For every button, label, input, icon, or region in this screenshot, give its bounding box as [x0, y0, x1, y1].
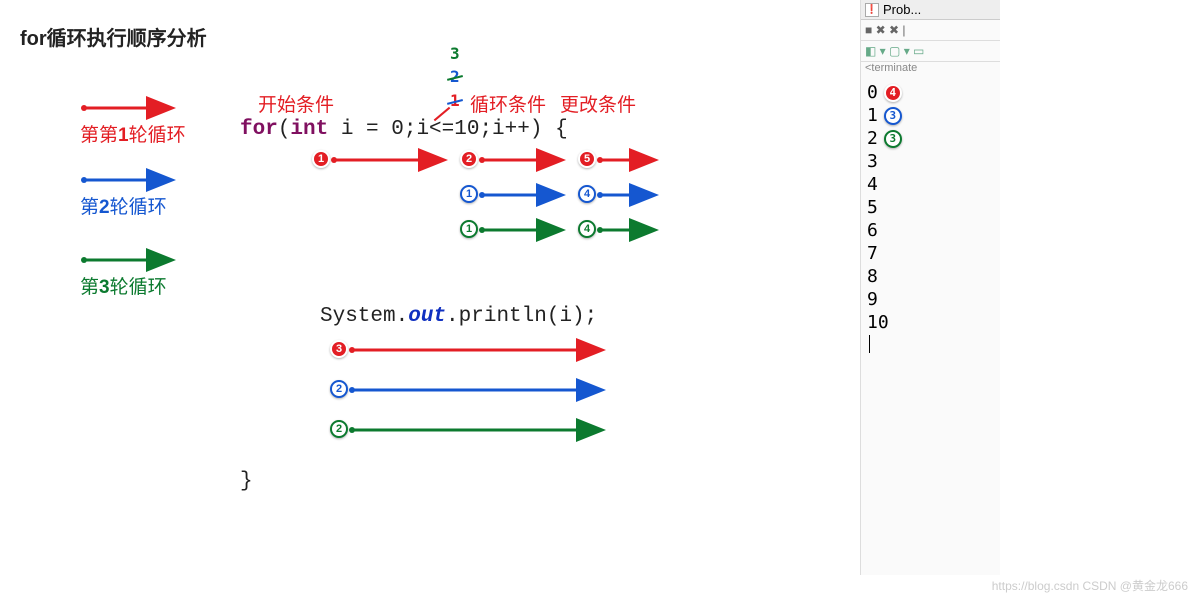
arrow-pl-2: [350, 380, 610, 400]
console-line: 9: [867, 289, 994, 310]
iteration-mark-1: 1: [450, 91, 460, 110]
console-toolbar-2[interactable]: ◧ ▾ ▢ ▾ ▭: [861, 41, 1000, 62]
console-line: 4: [867, 174, 994, 195]
problems-tab[interactable]: ❗ Prob...: [861, 0, 1000, 20]
legend-label-2: 第2轮循环: [80, 192, 167, 219]
iteration-mark-3: 3: [450, 44, 460, 63]
arrow-r2-1: [480, 185, 570, 205]
cursor: [869, 335, 870, 353]
arrow-r3-2: [598, 220, 663, 240]
legend-arrow-1: [80, 98, 180, 118]
console-line: 23: [867, 128, 994, 149]
watermark: https://blog.csdn CSDN @黄金龙666: [992, 577, 1188, 594]
console-panel: ❗ Prob... ■ ✖ ✖ | ◧ ▾ ▢ ▾ ▭ <terminate 0…: [860, 0, 1000, 575]
badge-r1-1: 1: [312, 150, 330, 168]
badge-pl-3: 3: [330, 340, 348, 358]
badge-r1-2: 2: [460, 150, 478, 168]
iteration-mark-2: 2: [450, 67, 460, 86]
console-line: 04: [867, 82, 994, 103]
badge-r3-4: 4: [578, 220, 596, 238]
badge-r2-4: 4: [578, 185, 596, 203]
console-line: 5: [867, 197, 994, 218]
console-line: 10: [867, 312, 994, 333]
legend-arrow-2: [80, 170, 180, 190]
console-badge: 4: [884, 84, 902, 102]
console-line: 8: [867, 266, 994, 287]
badge-pl-2g: 2: [330, 420, 348, 438]
console-line: 3: [867, 151, 994, 172]
legend-label-1: 第第1轮循环第1轮循环: [80, 120, 186, 147]
console-line: 7: [867, 243, 994, 264]
console-status: <terminate: [861, 62, 1000, 76]
console-badge: 3: [884, 107, 902, 125]
code-println: System.out.println(i);: [320, 305, 597, 328]
badge-r3-1: 1: [460, 220, 478, 238]
code-for-line: for(int i = 0;i<=10;i++) {: [240, 118, 568, 141]
console-line: 13: [867, 105, 994, 126]
arrow-r1-1: [332, 150, 452, 170]
arrow-r1-3: [598, 150, 663, 170]
arrow-pl-3: [350, 420, 610, 440]
badge-pl-2b: 2: [330, 380, 348, 398]
legend-label-3: 第3轮循环: [80, 272, 167, 299]
update-condition-label: 更改条件: [560, 90, 636, 117]
arrow-r2-2: [598, 185, 663, 205]
console-output: 041323345678910: [861, 76, 1000, 357]
tab-label: Prob...: [883, 2, 921, 17]
console-line: 6: [867, 220, 994, 241]
start-condition-label: 开始条件: [258, 90, 334, 117]
badge-r2-1: 1: [460, 185, 478, 203]
console-toolbar[interactable]: ■ ✖ ✖ |: [861, 20, 1000, 41]
arrow-r1-2: [480, 150, 570, 170]
code-close: }: [240, 470, 253, 493]
legend-arrow-3: [80, 250, 180, 270]
arrow-r3-1: [480, 220, 570, 240]
arrow-pl-1: [350, 340, 610, 360]
page-title: for循环执行顺序分析: [20, 22, 207, 51]
loop-condition-label: 循环条件: [470, 90, 546, 117]
badge-r1-5: 5: [578, 150, 596, 168]
console-badge: 3: [884, 130, 902, 148]
problems-icon: ❗: [865, 3, 879, 17]
